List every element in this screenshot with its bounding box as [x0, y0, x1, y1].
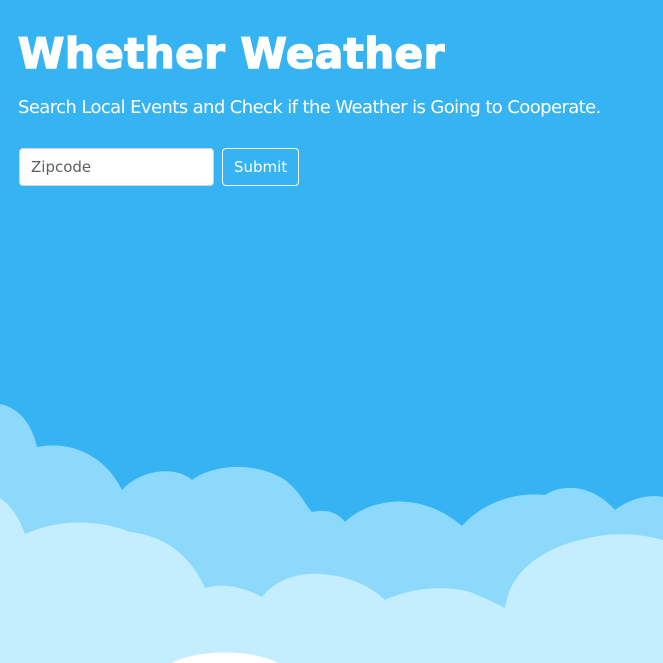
submit-button[interactable]: Submit [222, 148, 300, 186]
page-subtitle: Search Local Events and Check if the Wea… [18, 97, 601, 118]
zipcode-search-form: Submit [19, 148, 300, 186]
page-title: Whether Weather [17, 28, 445, 79]
zipcode-input[interactable] [19, 148, 214, 186]
page-header: Whether Weather Search Local Events and … [17, 24, 601, 120]
